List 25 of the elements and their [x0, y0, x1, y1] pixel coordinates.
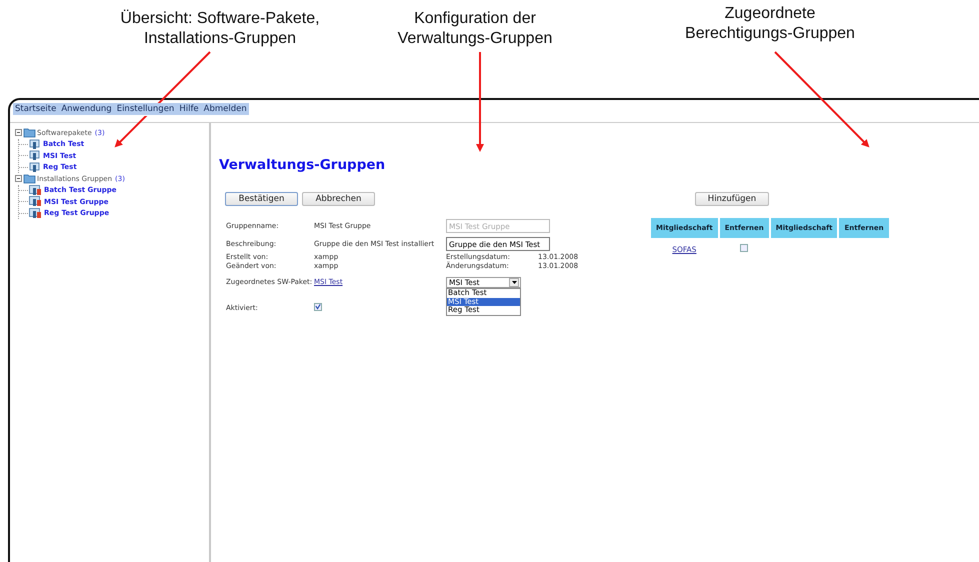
collapse-icon[interactable]	[15, 129, 22, 136]
menu-item[interactable]: Abmelden	[204, 104, 247, 114]
menu-item[interactable]: Startseite	[15, 104, 56, 114]
folder-icon	[23, 127, 36, 138]
checkbox[interactable]	[314, 302, 322, 310]
menu-item[interactable]: Einstellungen	[116, 104, 174, 114]
action-button[interactable]: Bestätigen	[225, 192, 298, 206]
checkbox[interactable]	[740, 244, 748, 252]
callout-label: Zugeordnete Berechtigungs-Gruppen	[684, 4, 856, 44]
callout-label: Konfiguration der Verwaltungs-Gruppen	[396, 9, 554, 49]
menu-item[interactable]: Hilfe	[179, 104, 199, 114]
folder-icon	[23, 173, 36, 184]
group-icon	[29, 184, 42, 196]
menu-item[interactable]: Anwendung	[61, 104, 112, 114]
page-title: Verwaltungs-Gruppen	[219, 157, 386, 173]
action-button[interactable]: Abbrechen	[302, 192, 375, 206]
caret-icon	[512, 281, 516, 284]
group-icon	[29, 196, 42, 208]
group-icon	[29, 208, 42, 219]
collapse-icon[interactable]	[15, 175, 22, 182]
add-button[interactable]: Hinzufügen	[695, 192, 769, 206]
package-icon	[29, 150, 41, 162]
package-icon	[29, 138, 41, 150]
package-icon	[29, 162, 41, 173]
callout-label: Übersicht: Software-Pakete, Installations-Gruppen	[119, 8, 321, 49]
